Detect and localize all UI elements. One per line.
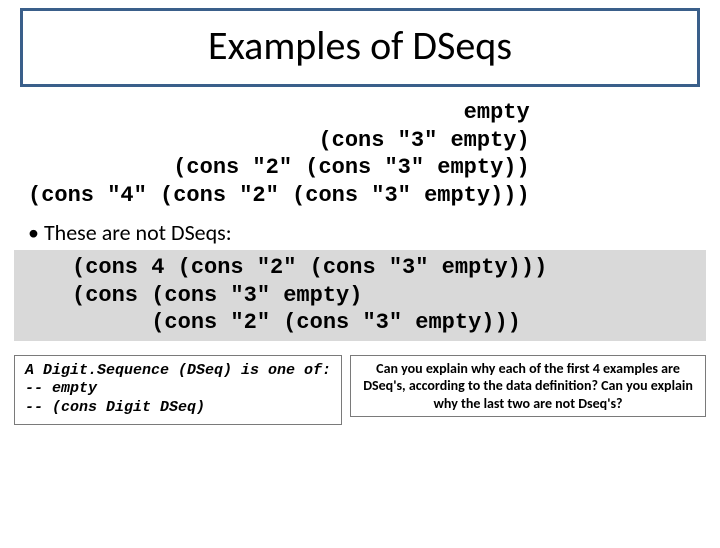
bottom-row: A Digit.Sequence (DSeq) is one of: -- em… xyxy=(0,341,720,425)
not-dseqs-label: These are not DSeqs: xyxy=(0,219,720,246)
bad-examples-code: (cons 4 (cons "2" (cons "3" empty))) (co… xyxy=(14,250,706,341)
title-box: Examples of DSeqs xyxy=(20,8,700,87)
question-text: Can you explain why each of the first 4 … xyxy=(363,360,693,412)
question-box: Can you explain why each of the first 4 … xyxy=(350,355,706,418)
page-title: Examples of DSeqs xyxy=(23,21,697,70)
good-examples-code: empty (cons "3" empty) (cons "2" (cons "… xyxy=(0,99,720,209)
definition-box: A Digit.Sequence (DSeq) is one of: -- em… xyxy=(14,355,342,425)
